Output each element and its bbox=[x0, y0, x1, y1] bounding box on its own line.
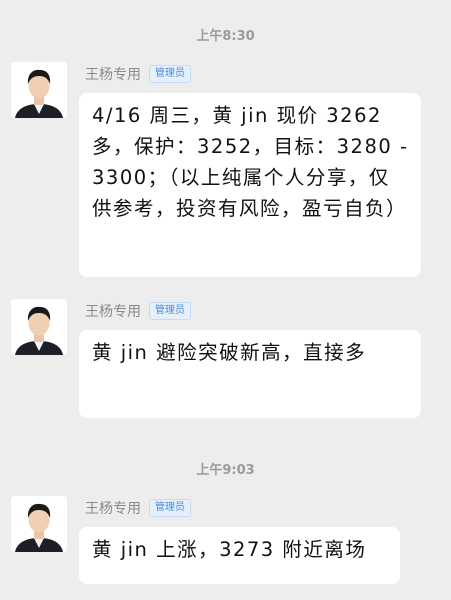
sender-row: 王杨专用 管理员 bbox=[85, 301, 191, 321]
message-item: 王杨专用 管理员 黄 jin 上涨，3273 附近离场 bbox=[0, 496, 451, 596]
sender-name[interactable]: 王杨专用 bbox=[85, 64, 141, 84]
message-item: 王杨专用 管理员 4/16 周三，黄 jin 现价 3262 多，保护：3252… bbox=[0, 62, 451, 282]
message-item: 王杨专用 管理员 黄 jin 避险突破新高，直接多 bbox=[0, 299, 451, 424]
message-bubble[interactable]: 黄 jin 避险突破新高，直接多 bbox=[79, 330, 421, 418]
message-bubble[interactable]: 黄 jin 上涨，3273 附近离场 bbox=[79, 527, 400, 584]
sender-row: 王杨专用 管理员 bbox=[85, 64, 191, 84]
avatar-image bbox=[11, 62, 67, 118]
avatar-image bbox=[11, 299, 67, 355]
avatar[interactable] bbox=[11, 299, 67, 355]
avatar[interactable] bbox=[11, 496, 67, 552]
sender-row: 王杨专用 管理员 bbox=[85, 498, 191, 518]
message-bubble[interactable]: 4/16 周三，黄 jin 现价 3262 多，保护：3252，目标：3280 … bbox=[79, 93, 421, 277]
avatar[interactable] bbox=[11, 62, 67, 118]
admin-badge: 管理员 bbox=[149, 499, 191, 517]
timestamp: 上午8:30 bbox=[196, 29, 255, 44]
timestamp: 上午9:03 bbox=[196, 463, 255, 478]
sender-name[interactable]: 王杨专用 bbox=[85, 301, 141, 321]
avatar-image bbox=[11, 496, 67, 552]
sender-name[interactable]: 王杨专用 bbox=[85, 498, 141, 518]
chat-screen: { "chat": { "timestamps": ["上午8:30", "上午… bbox=[0, 0, 451, 600]
admin-badge: 管理员 bbox=[149, 65, 191, 83]
admin-badge: 管理员 bbox=[149, 302, 191, 320]
